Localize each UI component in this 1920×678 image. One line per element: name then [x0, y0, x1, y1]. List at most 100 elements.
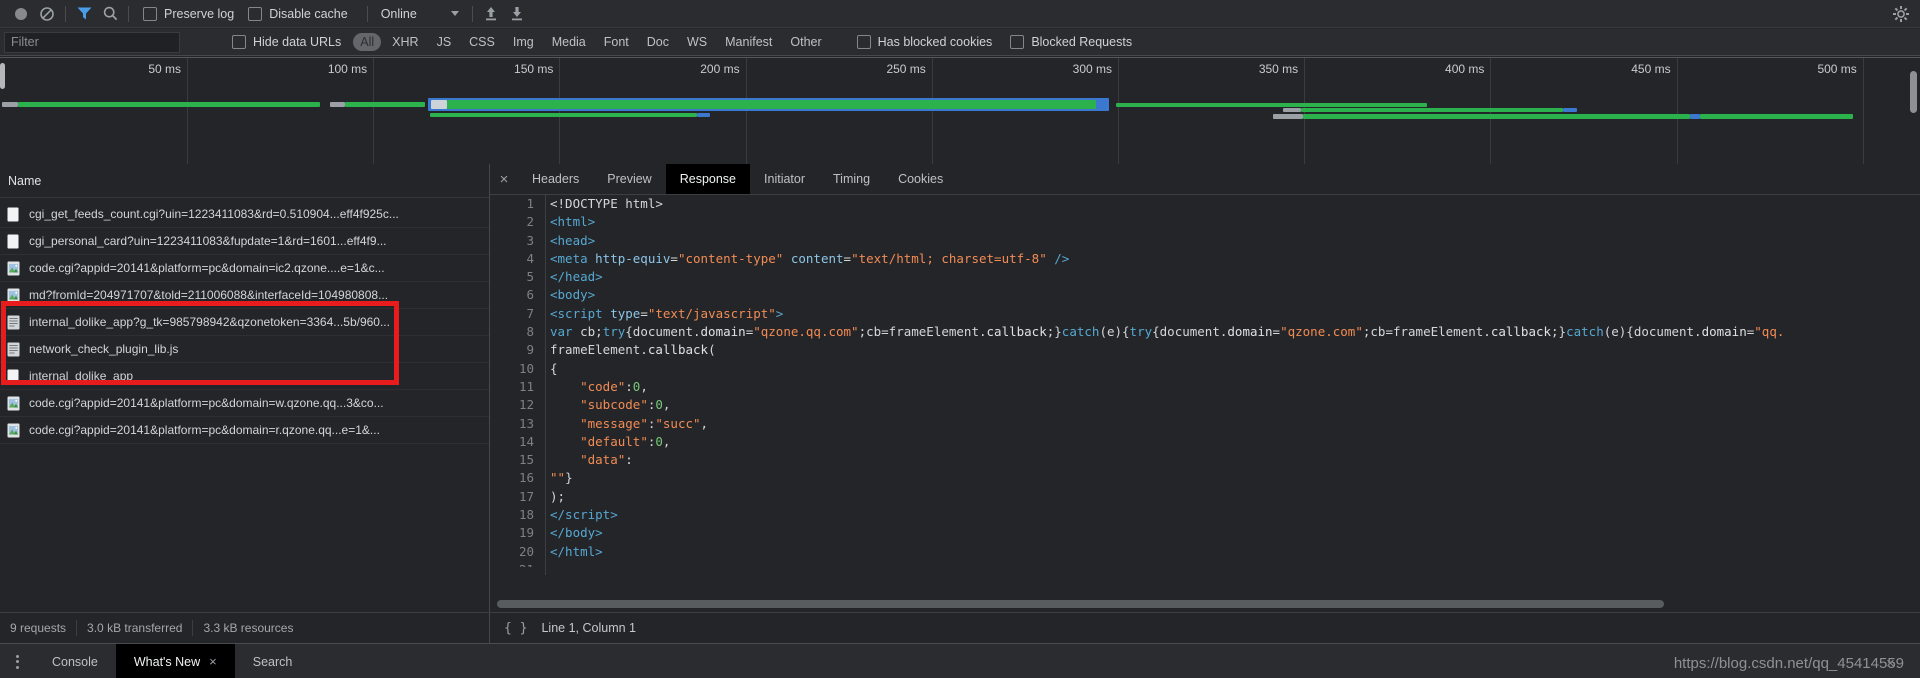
line-number: 20	[490, 543, 550, 561]
request-detail-panel: × HeadersPreviewResponseInitiatorTimingC…	[490, 164, 1920, 612]
resource-type-filters: AllXHR JSCSSImgMediaFontDocWSManifestOthe…	[351, 33, 830, 51]
type-filter-ws[interactable]: WS	[680, 33, 714, 51]
waterfall-bar-blue	[697, 113, 710, 117]
waterfall-bar-blue	[1563, 108, 1577, 112]
line-number: 2	[490, 213, 550, 231]
network-filter-bar: Hide data URLs AllXHRJSCSSImgMediaFontDo…	[0, 29, 1920, 56]
request-name: md?fromId=204971707&told=211006088&inter…	[29, 288, 388, 302]
blocked-requests-checkbox[interactable]	[1010, 35, 1024, 49]
timeline-tick-label: 350 ms	[1218, 62, 1298, 76]
overview-left-scroll-thumb[interactable]	[0, 63, 5, 89]
timeline-tick-label: 100 ms	[287, 62, 367, 76]
type-filter-css[interactable]: CSS	[462, 33, 502, 51]
tab-timing[interactable]: Timing	[819, 164, 884, 194]
type-filter-doc[interactable]: Doc	[640, 33, 676, 51]
settings-button[interactable]	[1892, 5, 1910, 23]
search-button[interactable]	[97, 2, 123, 26]
code-line: 18</script>	[490, 506, 1920, 524]
import-har-button[interactable]	[478, 2, 504, 26]
cursor-position: Line 1, Column 1	[541, 621, 636, 635]
overview-right-scroll-thumb[interactable]	[1910, 71, 1917, 113]
type-filter-other[interactable]: Other	[783, 33, 828, 51]
request-name: cgi_personal_card?uin=1223411083&fupdate…	[29, 234, 387, 248]
line-number: 13	[490, 415, 550, 433]
summary-item: 3.0 kB transferred	[77, 621, 192, 635]
response-code-view[interactable]: 1<!DOCTYPE html>2<html>3<head>4<meta htt…	[490, 195, 1920, 567]
network-summary: 9 requests3.0 kB transferred3.3 kB resou…	[0, 613, 490, 643]
code-line: 19</body>	[490, 524, 1920, 542]
close-detail-button[interactable]: ×	[490, 164, 518, 194]
img-file-icon	[7, 260, 21, 276]
filter-input[interactable]	[4, 32, 180, 53]
request-row[interactable]: code.cgi?appid=20141&platform=pc&domain=…	[0, 390, 489, 417]
request-row[interactable]: cgi_get_feeds_count.cgi?uin=1223411083&r…	[0, 201, 489, 228]
preserve-log-checkbox[interactable]	[143, 7, 157, 21]
tab-cookies[interactable]: Cookies	[884, 164, 957, 194]
type-filter-js[interactable]: JS	[430, 33, 459, 51]
request-row[interactable]: cgi_personal_card?uin=1223411083&fupdate…	[0, 228, 489, 255]
close-icon[interactable]: ×	[209, 654, 217, 669]
timeline-gridline	[1863, 58, 1864, 165]
type-filter-xhr[interactable]: XHR	[385, 33, 425, 51]
code-line: 12 "subcode":0,	[490, 396, 1920, 414]
drawer-tab-search[interactable]: Search	[235, 644, 311, 678]
type-filter-img[interactable]: Img	[506, 33, 541, 51]
waterfall-bar-gray	[1273, 114, 1303, 119]
tab-response[interactable]: Response	[666, 164, 750, 194]
type-filter-manifest[interactable]: Manifest	[718, 33, 779, 51]
doc-file-icon	[7, 206, 21, 222]
name-column-label: Name	[8, 174, 41, 188]
horizontal-scrollbar-thumb[interactable]	[497, 600, 1664, 608]
code-line: 20</html>	[490, 543, 1920, 561]
timeline-tick-label: 500 ms	[1777, 62, 1857, 76]
code-line: 11 "code":0,	[490, 378, 1920, 396]
timeline-tick-label: 300 ms	[1032, 62, 1112, 76]
waterfall-bar-green	[1303, 114, 1690, 119]
line-number: 17	[490, 488, 550, 506]
type-filter-media[interactable]: Media	[545, 33, 593, 51]
waterfall-bar-green	[1700, 114, 1853, 119]
type-filter-all[interactable]: All	[353, 33, 381, 51]
timeline-tick-label: 50 ms	[101, 62, 181, 76]
timeline-gridline	[1677, 58, 1678, 165]
code-line: 15 "data":	[490, 451, 1920, 469]
timeline-gridline	[746, 58, 747, 165]
clear-button[interactable]	[34, 2, 60, 26]
export-har-button[interactable]	[504, 2, 530, 26]
line-number: 16	[490, 469, 550, 487]
drawer-tab-console[interactable]: Console	[34, 644, 116, 678]
has-blocked-cookies-checkbox[interactable]	[857, 35, 871, 49]
tab-headers[interactable]: Headers	[518, 164, 593, 194]
record-button[interactable]	[8, 2, 34, 26]
waterfall-bar-cap	[431, 100, 447, 109]
line-number: 5	[490, 268, 550, 286]
code-line: 16""}	[490, 469, 1920, 487]
type-filter-font[interactable]: Font	[597, 33, 636, 51]
disable-cache-checkbox[interactable]	[248, 7, 262, 21]
request-name: code.cgi?appid=20141&platform=pc&domain=…	[29, 396, 384, 410]
throttling-dropdown[interactable]: Online	[381, 7, 459, 21]
name-column-header[interactable]: Name	[0, 164, 489, 198]
line-number: 3	[490, 232, 550, 250]
line-number: 21	[490, 561, 550, 567]
request-name: code.cgi?appid=20141&platform=pc&domain=…	[29, 423, 380, 437]
tab-initiator[interactable]: Initiator	[750, 164, 819, 194]
clear-icon	[39, 6, 55, 22]
drawer-menu-button[interactable]	[0, 644, 34, 678]
timeline-gridline	[1118, 58, 1119, 165]
tab-preview[interactable]: Preview	[593, 164, 665, 194]
img-file-icon	[7, 422, 21, 438]
line-number: 9	[490, 341, 550, 359]
chevron-down-icon	[451, 11, 459, 16]
red-highlight-annotation	[1, 301, 399, 385]
drawer-tab-what-s-new[interactable]: What's New×	[116, 644, 235, 678]
waterfall-bar-blue	[1690, 114, 1700, 119]
summary-item: 3.3 kB resources	[193, 621, 303, 635]
hide-data-urls-checkbox[interactable]	[232, 35, 246, 49]
editor-status: { } Line 1, Column 1	[490, 613, 636, 643]
filter-toggle-button[interactable]	[71, 2, 97, 26]
network-overview-timeline[interactable]: 50 ms100 ms150 ms200 ms250 ms300 ms350 m…	[0, 57, 1920, 166]
line-number: 12	[490, 396, 550, 414]
request-row[interactable]: code.cgi?appid=20141&platform=pc&domain=…	[0, 417, 489, 444]
request-row[interactable]: code.cgi?appid=20141&platform=pc&domain=…	[0, 255, 489, 282]
